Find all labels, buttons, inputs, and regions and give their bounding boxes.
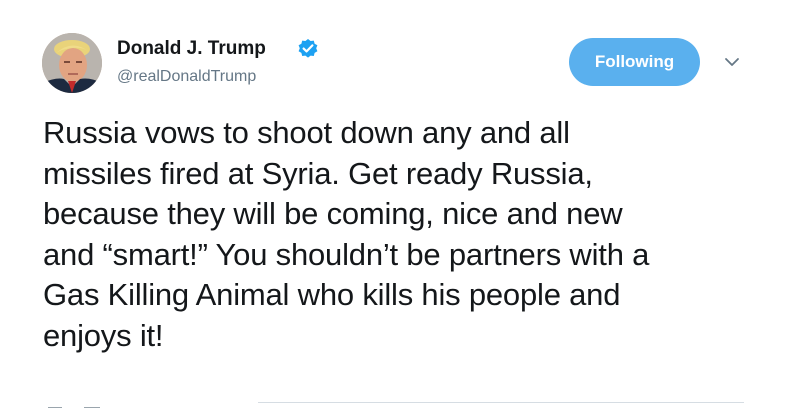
tweet-text-line: because they will be coming, nice and ne…: [43, 196, 623, 231]
user-handle[interactable]: @realDonaldTrump: [117, 68, 256, 86]
tweet-card: Donald J. Trump @realDonaldTrump Followi…: [0, 0, 786, 408]
tweet-text-line: Russia vows to shoot down any and all: [43, 115, 570, 150]
tweet-text-line: and “smart!” You shouldn’t be partners w…: [43, 236, 650, 272]
following-button[interactable]: Following: [569, 38, 700, 86]
chevron-down-icon[interactable]: [720, 52, 744, 72]
tweet-text-line: missiles fired at Syria. Get ready Russi…: [43, 155, 593, 191]
verified-badge-icon: [298, 39, 318, 58]
tweet-text-line: Gas Killing Animal who kills his people …: [43, 277, 621, 312]
avatar[interactable]: [42, 33, 102, 93]
display-name[interactable]: Donald J. Trump: [117, 38, 266, 60]
cropped-footer-fragment: [48, 398, 168, 408]
profile-photo-icon: [42, 33, 102, 93]
tweet-text-line: enjoys it!: [43, 317, 164, 353]
tweet-text: Russia vows to shoot down any and all mi…: [43, 113, 763, 356]
divider: [258, 402, 744, 403]
